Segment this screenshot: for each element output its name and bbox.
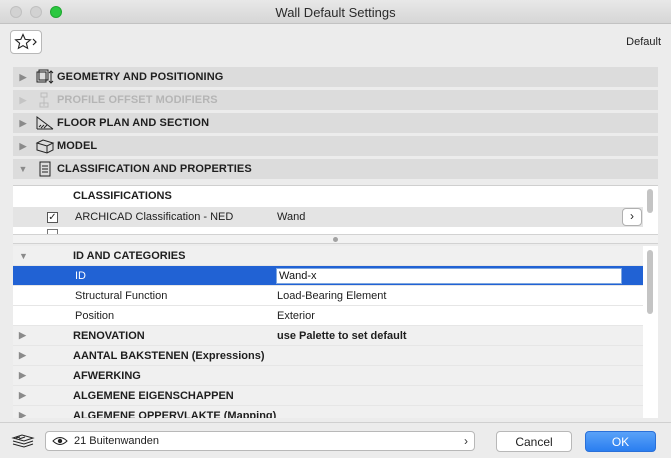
model-box-icon	[33, 137, 57, 155]
property-name: Position	[75, 309, 115, 322]
property-group-label: AANTAL BAKSTENEN (Expressions)	[73, 349, 265, 362]
floor-plan-icon	[33, 114, 57, 132]
property-group-label: ID AND CATEGORIES	[73, 249, 186, 262]
favorites-button[interactable]	[10, 30, 42, 54]
property-name: Structural Function	[75, 289, 168, 302]
classification-row[interactable]: ✓ ARCHICAD Classification - NED Wand ›	[13, 207, 643, 227]
classification-checkbox[interactable]: ✓	[47, 211, 58, 223]
section-label: PROFILE OFFSET MODIFIERS	[57, 94, 218, 106]
wall-default-settings-dialog: Wall Default Settings Default ▶ GEOMETRY…	[0, 0, 671, 458]
property-group-value: use Palette to set default	[277, 329, 407, 342]
properties-list: ▼ ID AND CATEGORIES ID Structural Functi…	[13, 246, 658, 418]
property-name: ID	[75, 269, 86, 282]
expand-triangle-icon: ▶	[19, 350, 26, 360]
layer-selector[interactable]: 21 Buitenwanden ›	[45, 431, 475, 451]
section-label: MODEL	[57, 140, 98, 152]
section-profile-offset-modifiers: ▶ PROFILE OFFSET MODIFIERS	[13, 90, 658, 110]
favorite-name-label: Default	[626, 36, 661, 48]
classification-chooser-button[interactable]: ›	[622, 208, 642, 226]
section-label: CLASSIFICATION AND PROPERTIES	[57, 163, 252, 175]
property-row-structural-function[interactable]: Structural Function Load-Bearing Element	[13, 286, 643, 306]
dialog-footer: 21 Buitenwanden › Cancel OK	[0, 422, 671, 458]
expand-triangle-icon: ▶	[19, 140, 27, 151]
document-list-icon	[33, 160, 57, 178]
section-label: FLOOR PLAN AND SECTION	[57, 117, 210, 129]
properties-scrollbar[interactable]	[647, 250, 653, 314]
property-group-label: ALGEMENE EIGENSCHAPPEN	[73, 389, 234, 402]
property-group-renovation[interactable]: ▶ RENOVATION use Palette to set default	[13, 326, 643, 346]
property-group-id-and-categories[interactable]: ▼ ID AND CATEGORIES	[13, 246, 643, 266]
expand-triangle-icon: ▶	[19, 94, 27, 105]
splitter-handle-icon	[333, 237, 338, 242]
property-row-position[interactable]: Position Exterior	[13, 306, 643, 326]
star-icon	[14, 33, 37, 50]
classifications-list: CLASSIFICATIONS ✓ ARCHICAD Classificatio…	[13, 185, 658, 234]
section-floor-plan-and-section[interactable]: ▶ FLOOR PLAN AND SECTION	[13, 113, 658, 133]
expand-triangle-icon: ▶	[19, 410, 26, 418]
window-title: Wall Default Settings	[275, 5, 396, 20]
eye-icon	[52, 435, 68, 447]
section-model[interactable]: ▶ MODEL	[13, 136, 658, 156]
profile-offset-icon	[33, 91, 57, 109]
expand-triangle-icon: ▶	[19, 370, 26, 380]
id-value-input[interactable]	[276, 268, 622, 284]
section-label: GEOMETRY AND POSITIONING	[57, 71, 224, 83]
expand-triangle-icon: ▶	[19, 390, 26, 400]
property-group-algemene-eigenschappen[interactable]: ▶ ALGEMENE EIGENSCHAPPEN	[13, 386, 643, 406]
expand-triangle-icon: ▶	[19, 117, 27, 128]
ok-button[interactable]: OK	[585, 431, 656, 452]
collapse-triangle-icon: ▼	[19, 250, 28, 261]
property-group-algemene-oppervlakte[interactable]: ▶ ALGEMENE OPPERVLAKTE (Mapping)	[13, 406, 643, 418]
property-group-label: ALGEMENE OPPERVLAKTE (Mapping)	[73, 409, 277, 419]
property-group-afwerking[interactable]: ▶ AFWERKING	[13, 366, 643, 386]
property-value[interactable]: Load-Bearing Element	[277, 290, 386, 302]
collapse-triangle-icon: ▼	[18, 164, 28, 174]
classifications-header: CLASSIFICATIONS	[73, 190, 172, 202]
expand-triangle-icon: ▶	[19, 330, 26, 340]
section-geometry-and-positioning[interactable]: ▶ GEOMETRY AND POSITIONING	[13, 67, 658, 87]
title-bar: Wall Default Settings	[0, 0, 671, 24]
layers-icon	[10, 432, 36, 453]
property-value[interactable]: Exterior	[277, 310, 315, 322]
property-group-aantal-bakstenen[interactable]: ▶ AANTAL BAKSTENEN (Expressions)	[13, 346, 643, 366]
expand-triangle-icon: ▶	[19, 71, 27, 82]
geometry-icon	[33, 68, 57, 86]
chevron-right-icon: ›	[464, 434, 468, 448]
classifications-scrollbar[interactable]	[647, 189, 653, 213]
property-group-label: AFWERKING	[73, 369, 141, 382]
layer-name: 21 Buitenwanden	[74, 435, 160, 447]
cancel-button[interactable]: Cancel	[496, 431, 572, 452]
property-group-label: RENOVATION	[73, 329, 145, 342]
classification-system: ARCHICAD Classification - NED	[75, 211, 234, 223]
panel-splitter[interactable]	[13, 234, 658, 244]
property-row-id[interactable]: ID	[13, 266, 643, 286]
section-classification-and-properties[interactable]: ▼ CLASSIFICATION AND PROPERTIES	[13, 159, 658, 179]
classification-value: Wand	[277, 211, 306, 223]
